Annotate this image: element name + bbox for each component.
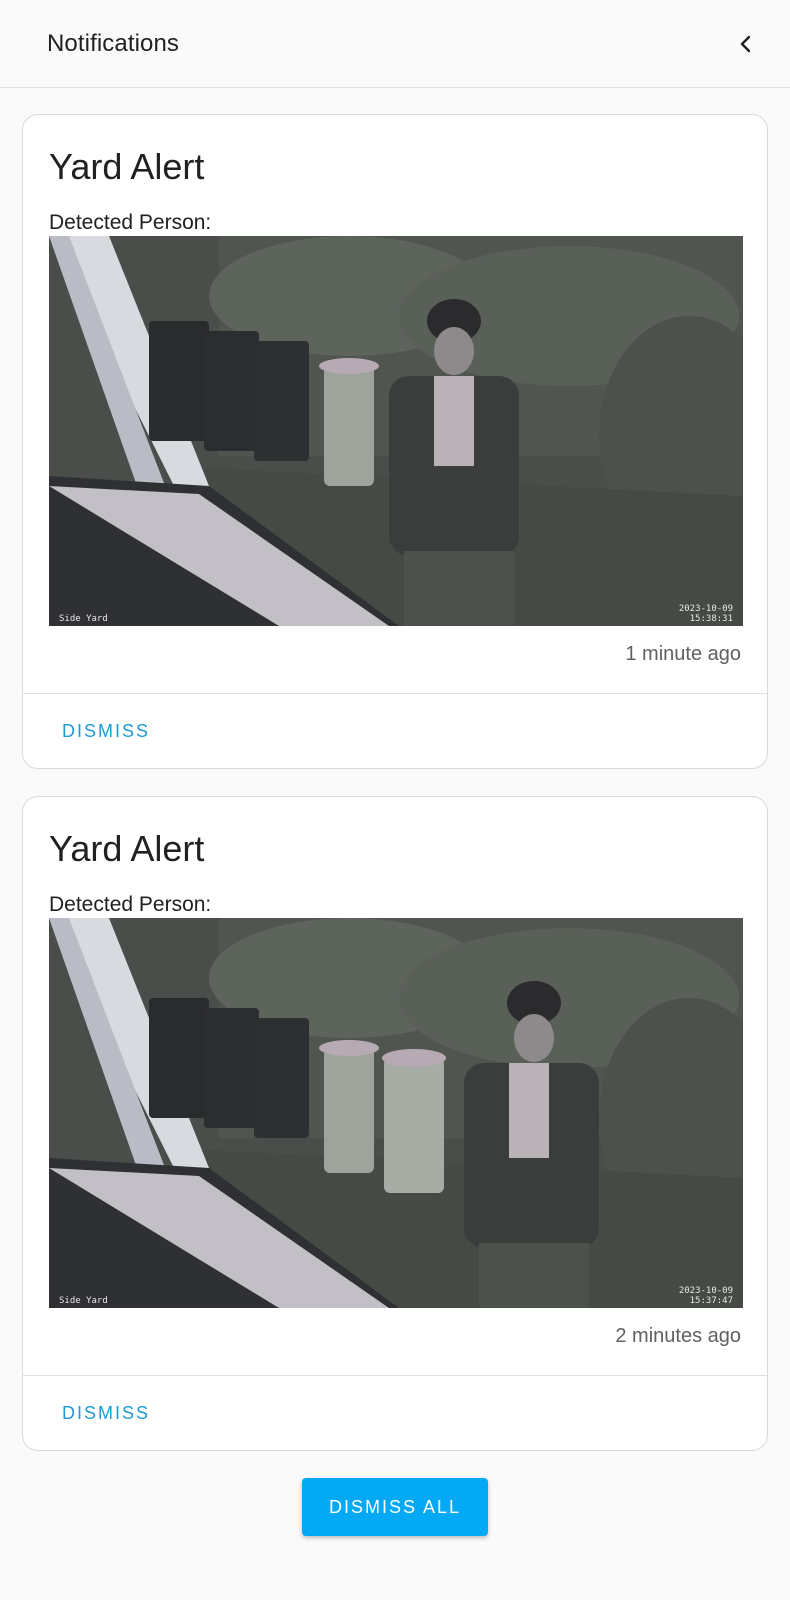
notification-time: 1 minute ago xyxy=(625,643,741,665)
camera-timestamp-overlay: 2023-10-09 15:38:31 xyxy=(679,604,733,624)
camera-name-overlay: Side Yard xyxy=(59,1296,108,1306)
notification-time: 2 minutes ago xyxy=(615,1325,741,1347)
camera-timestamp-overlay: 2023-10-09 15:37:47 xyxy=(679,1286,733,1306)
camera-time: 15:38:31 xyxy=(689,614,733,624)
notification-message: Detected Person: xyxy=(49,211,212,234)
notification-card: Yard Alert Detected Person: Side Yard 20… xyxy=(22,796,768,1451)
notification-list: Yard Alert Detected Person: Side Yard 20… xyxy=(0,88,790,1536)
notification-body: Yard Alert Detected Person: Side Yard 20… xyxy=(23,115,767,693)
notification-actions: DISMISS xyxy=(23,693,767,768)
camera-scene xyxy=(49,918,743,1308)
camera-name-overlay: Side Yard xyxy=(59,614,108,624)
notification-message: Detected Person: xyxy=(49,893,212,916)
chevron-left-icon xyxy=(740,35,751,52)
camera-date: 2023-10-09 xyxy=(678,1286,733,1296)
notification-card: Yard Alert Detected Person: Side Yard 20… xyxy=(22,114,768,769)
dismiss-button[interactable]: DISMISS xyxy=(62,1403,150,1424)
camera-snapshot-image: Side Yard 2023-10-09 15:38:31 xyxy=(49,236,743,626)
dismiss-all-button[interactable]: DISMISS ALL xyxy=(302,1478,488,1536)
camera-date: 2023-10-09 xyxy=(678,604,733,614)
app-header: Notifications xyxy=(0,0,790,88)
notification-title: Yard Alert xyxy=(49,146,205,187)
page-title: Notifications xyxy=(47,29,180,57)
camera-time: 15:37:47 xyxy=(689,1296,733,1306)
camera-scene xyxy=(49,236,743,626)
dismiss-all-container: DISMISS ALL xyxy=(22,1478,768,1536)
notification-title: Yard Alert xyxy=(49,828,205,869)
notification-body: Yard Alert Detected Person: Side Yard 20… xyxy=(23,797,767,1375)
notification-actions: DISMISS xyxy=(23,1375,767,1450)
back-button[interactable] xyxy=(724,22,768,66)
dismiss-button[interactable]: DISMISS xyxy=(62,721,150,742)
camera-snapshot-image: Side Yard 2023-10-09 15:37:47 xyxy=(49,918,743,1308)
